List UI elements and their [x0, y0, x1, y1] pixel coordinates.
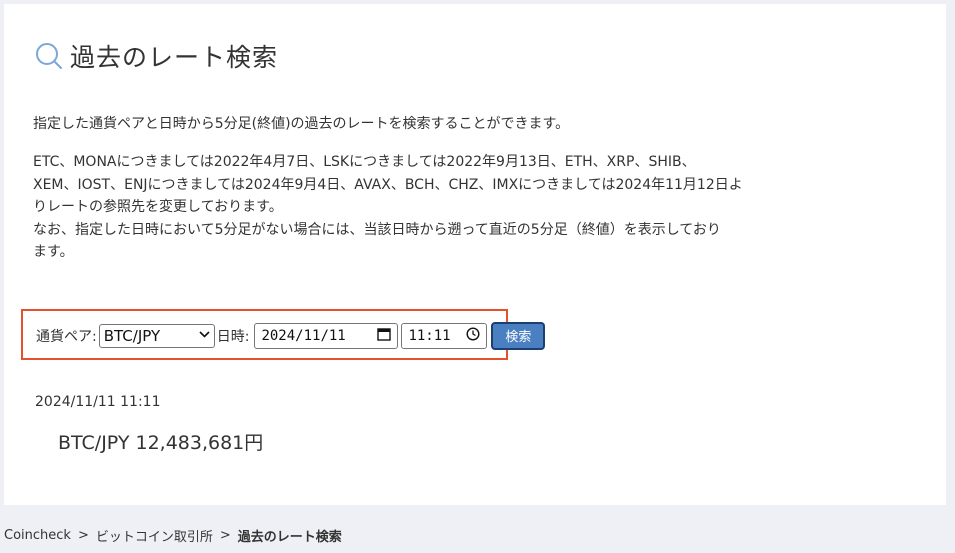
search-form: 通貨ペア: BTC/JPY 日時: 2024/11/11 11:11 検索 [36, 320, 546, 351]
search-button[interactable]: 検索 [491, 321, 546, 350]
breadcrumb: Coincheck > ビットコイン取引所 > 過去のレート検索 [4, 526, 342, 545]
breadcrumb-item-exchange[interactable]: ビットコイン取引所 [96, 526, 213, 545]
time-input[interactable]: 11:11 [401, 322, 488, 349]
breadcrumb-item-current: 過去のレート検索 [237, 530, 342, 545]
search-icon [34, 41, 64, 71]
description-intro: 指定した通貨ペアと日時から5分足(終値)の過去のレートを検索することができます。 [33, 116, 570, 132]
description-notes: ETC、MONAにつきましては2022年4月7日、LSKにつきましては2022年… [33, 151, 913, 264]
description-line: りレートの参照先を変更しております。 [33, 199, 283, 216]
description-line: なお、指定した日時において5分足がない場合には、当該日時から遡って直近の5分足（… [33, 221, 721, 238]
description-line: XEM、IOST、ENJにつきましては2024年9月4日、AVAX、BCH、CH… [33, 176, 743, 193]
page-title-text: 過去のレート検索 [70, 43, 279, 72]
date-input-value: 2024/11/11 [261, 327, 346, 344]
result-rate: BTC/JPY 12,483,681円 [58, 432, 264, 454]
description-line: ます。 [33, 244, 74, 261]
pair-select[interactable]: BTC/JPY [98, 323, 215, 348]
page-title: 過去のレート検索 [34, 38, 278, 74]
breadcrumb-item-coincheck[interactable]: Coincheck [4, 528, 71, 543]
date-input[interactable]: 2024/11/11 [254, 322, 399, 349]
result-datetime: 2024/11/11 11:11 [35, 394, 161, 410]
time-input-value: 11:11 [408, 327, 451, 344]
chevron-down-icon [199, 330, 210, 341]
description-line: ETC、MONAにつきましては2022年4月7日、LSKにつきましては2022年… [33, 154, 696, 170]
clock-icon[interactable] [466, 326, 480, 345]
pair-select-value: BTC/JPY [103, 326, 161, 345]
breadcrumb-separator: > [77, 528, 89, 543]
datetime-label: 日時: [216, 328, 250, 345]
pair-label: 通貨ペア: [36, 328, 97, 345]
breadcrumb-separator: > [219, 528, 231, 543]
calendar-icon[interactable] [377, 327, 392, 345]
